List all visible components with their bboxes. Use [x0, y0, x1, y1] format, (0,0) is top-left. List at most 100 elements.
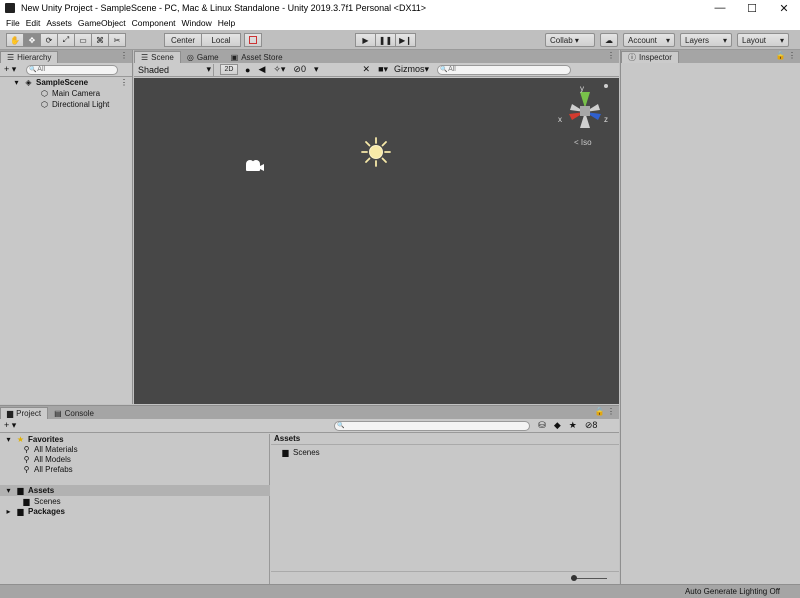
pivot-center-button[interactable]: Center	[164, 33, 202, 47]
menu-gameobject[interactable]: GameObject	[78, 18, 126, 28]
expand-arrow-icon[interactable]: ▸	[4, 507, 13, 516]
layers-dropdown[interactable]: Layers ▾	[680, 33, 732, 47]
favorite-star-icon[interactable]: ★	[569, 420, 577, 431]
hidden-count: 0	[300, 64, 306, 74]
create-dropdown[interactable]: + ▾	[4, 64, 16, 75]
scene-menu-icon[interactable]: ⋮	[120, 78, 128, 87]
rotate-tool-icon[interactable]: ⟳	[40, 33, 58, 47]
grid-snap-icon[interactable]	[244, 33, 262, 47]
panel-lock-menu-icon[interactable]: 🔒 ⋮	[776, 51, 796, 60]
project-footer	[271, 571, 619, 585]
icon-size-slider-handle[interactable]	[571, 575, 577, 581]
folder-icon: ▆	[282, 448, 289, 457]
search-by-label-icon[interactable]: ◆	[554, 420, 561, 431]
list-icon: ☰	[7, 53, 15, 62]
assets-node[interactable]: ▾ ▆ Assets	[0, 485, 270, 496]
tab-asset-store[interactable]: ▣ Asset Store	[225, 51, 289, 63]
hierarchy-item-main-camera[interactable]: ⬡ Main Camera	[40, 88, 100, 99]
pivot-local-button[interactable]: Local	[201, 33, 241, 47]
menu-file[interactable]: File	[6, 18, 20, 28]
search-icon: ⚲	[23, 455, 30, 464]
shading-mode-dropdown[interactable]: Shaded ▾	[136, 63, 214, 76]
scene-viewport[interactable]: y x z < Iso	[134, 78, 619, 404]
audio-toggle-icon[interactable]: ◀	[258, 64, 265, 75]
chevron-down-icon: ▾	[206, 64, 211, 74]
list-icon: ☰	[141, 53, 149, 62]
minimize-button[interactable]: —	[704, 0, 736, 16]
item-label: Main Camera	[52, 89, 101, 98]
hidden-packages-toggle[interactable]: ⊘ 8	[585, 420, 598, 431]
panel-menu-icon[interactable]: ⋮	[607, 51, 615, 60]
unity-logo-icon	[5, 3, 15, 13]
inspector-tabstrip: ⓘ Inspector 🔒 ⋮	[621, 50, 800, 63]
tab-console[interactable]: ▤ Console	[48, 407, 100, 419]
rect-tool-icon[interactable]: ▭	[74, 33, 92, 47]
scene-search-input[interactable]: All	[437, 64, 572, 75]
tools-cross-icon[interactable]: ✕	[363, 64, 371, 75]
tab-hierarchy[interactable]: ☰ Hierarchy	[0, 51, 59, 63]
expand-arrow-icon[interactable]: ▾	[4, 486, 13, 495]
create-dropdown[interactable]: + ▾	[4, 420, 16, 431]
scene-options-dropdown-icon[interactable]: ▾	[314, 64, 319, 75]
layout-dropdown[interactable]: Layout ▾	[737, 33, 789, 47]
step-button[interactable]: ▶❙	[395, 33, 416, 47]
cloud-icon[interactable]: ☁	[600, 33, 618, 47]
folder-icon: ▆	[23, 497, 30, 506]
window-controls: — ☐ ✕	[704, 0, 800, 16]
console-icon: ▤	[54, 408, 62, 418]
favorites-label: Favorites	[28, 435, 64, 444]
tab-project[interactable]: ▆ Project	[0, 407, 49, 419]
tab-inspector[interactable]: ⓘ Inspector	[621, 51, 679, 63]
account-dropdown[interactable]: Account ▾	[623, 33, 675, 47]
layout-label: Layout	[742, 35, 767, 45]
expand-arrow-icon[interactable]: ▾	[4, 435, 13, 444]
eye-slash-icon: ⊘	[293, 64, 301, 74]
panel-menu-icon[interactable]: ⋮	[120, 51, 128, 60]
lighting-toggle-icon[interactable]: ●	[245, 65, 250, 75]
menu-assets[interactable]: Assets	[46, 18, 72, 28]
search-by-type-icon[interactable]: ⛁	[538, 420, 546, 431]
chevron-down-icon: ▾	[424, 64, 430, 74]
tab-scene[interactable]: ☰ Scene	[134, 51, 181, 63]
directional-light-sun-icon[interactable]	[360, 136, 392, 168]
camera-gizmo-icon[interactable]	[243, 158, 265, 174]
menu-edit[interactable]: Edit	[26, 18, 41, 28]
play-button[interactable]: ▶	[355, 33, 376, 47]
pause-button[interactable]: ❚❚	[375, 33, 396, 47]
status-text[interactable]: Auto Generate Lighting Off	[685, 587, 780, 596]
effects-dropdown-icon[interactable]: ✧▾	[273, 64, 285, 75]
scale-tool-icon[interactable]: ⤢	[57, 33, 75, 47]
tab-hierarchy-label: Hierarchy	[17, 53, 52, 62]
transform-tool-icon[interactable]: ⌘	[91, 33, 109, 47]
project-search-input[interactable]	[334, 420, 531, 431]
unity-scene-icon: ◈	[25, 78, 32, 87]
camera-icon[interactable]: ■▾	[378, 64, 388, 75]
menu-window[interactable]: Window	[182, 18, 212, 28]
hierarchy-item-directional-light[interactable]: ⬡ Directional Light	[40, 99, 109, 110]
menu-help[interactable]: Help	[218, 18, 235, 28]
packages-node[interactable]: ▸ ▆ Packages	[4, 506, 64, 517]
projection-iso-label[interactable]: < Iso	[574, 138, 592, 147]
hierarchy-toolbar: + ▾ All	[0, 63, 132, 77]
project-breadcrumb[interactable]: Assets	[271, 434, 619, 445]
move-tool-icon[interactable]: ✥	[23, 33, 41, 47]
2d-toggle-button[interactable]: 2D	[220, 64, 238, 75]
gizmos-dropdown[interactable]: Gizmos ▾	[394, 64, 429, 75]
tab-game[interactable]: ◎ Game	[181, 51, 225, 63]
hand-tool-icon[interactable]: ✋	[6, 33, 24, 47]
panel-lock-menu-icon[interactable]: 🔒 ⋮	[595, 407, 615, 416]
folder-item-scenes[interactable]: ▆ Scenes	[281, 447, 319, 458]
hidden-objects-toggle[interactable]: ⊘ 0	[293, 64, 306, 75]
gizmo-axis-y-label: y	[580, 84, 584, 93]
custom-tool-icon[interactable]: ✂	[108, 33, 126, 47]
maximize-button[interactable]: ☐	[736, 0, 768, 16]
expand-arrow-icon[interactable]: ▾	[12, 78, 21, 87]
scene-root-item[interactable]: ▾ ◈ SampleScene ⋮	[14, 77, 132, 88]
close-button[interactable]: ✕	[768, 0, 800, 16]
hierarchy-search-input[interactable]: All	[26, 64, 119, 75]
chevron-down-icon: ▾	[779, 35, 784, 45]
favorites-item-all-prefabs[interactable]: ⚲ All Prefabs	[22, 464, 73, 475]
collab-dropdown[interactable]: Collab ▾	[545, 33, 595, 47]
menu-component[interactable]: Component	[132, 18, 176, 28]
hierarchy-tabstrip: ☰ Hierarchy ⋮	[0, 50, 132, 63]
